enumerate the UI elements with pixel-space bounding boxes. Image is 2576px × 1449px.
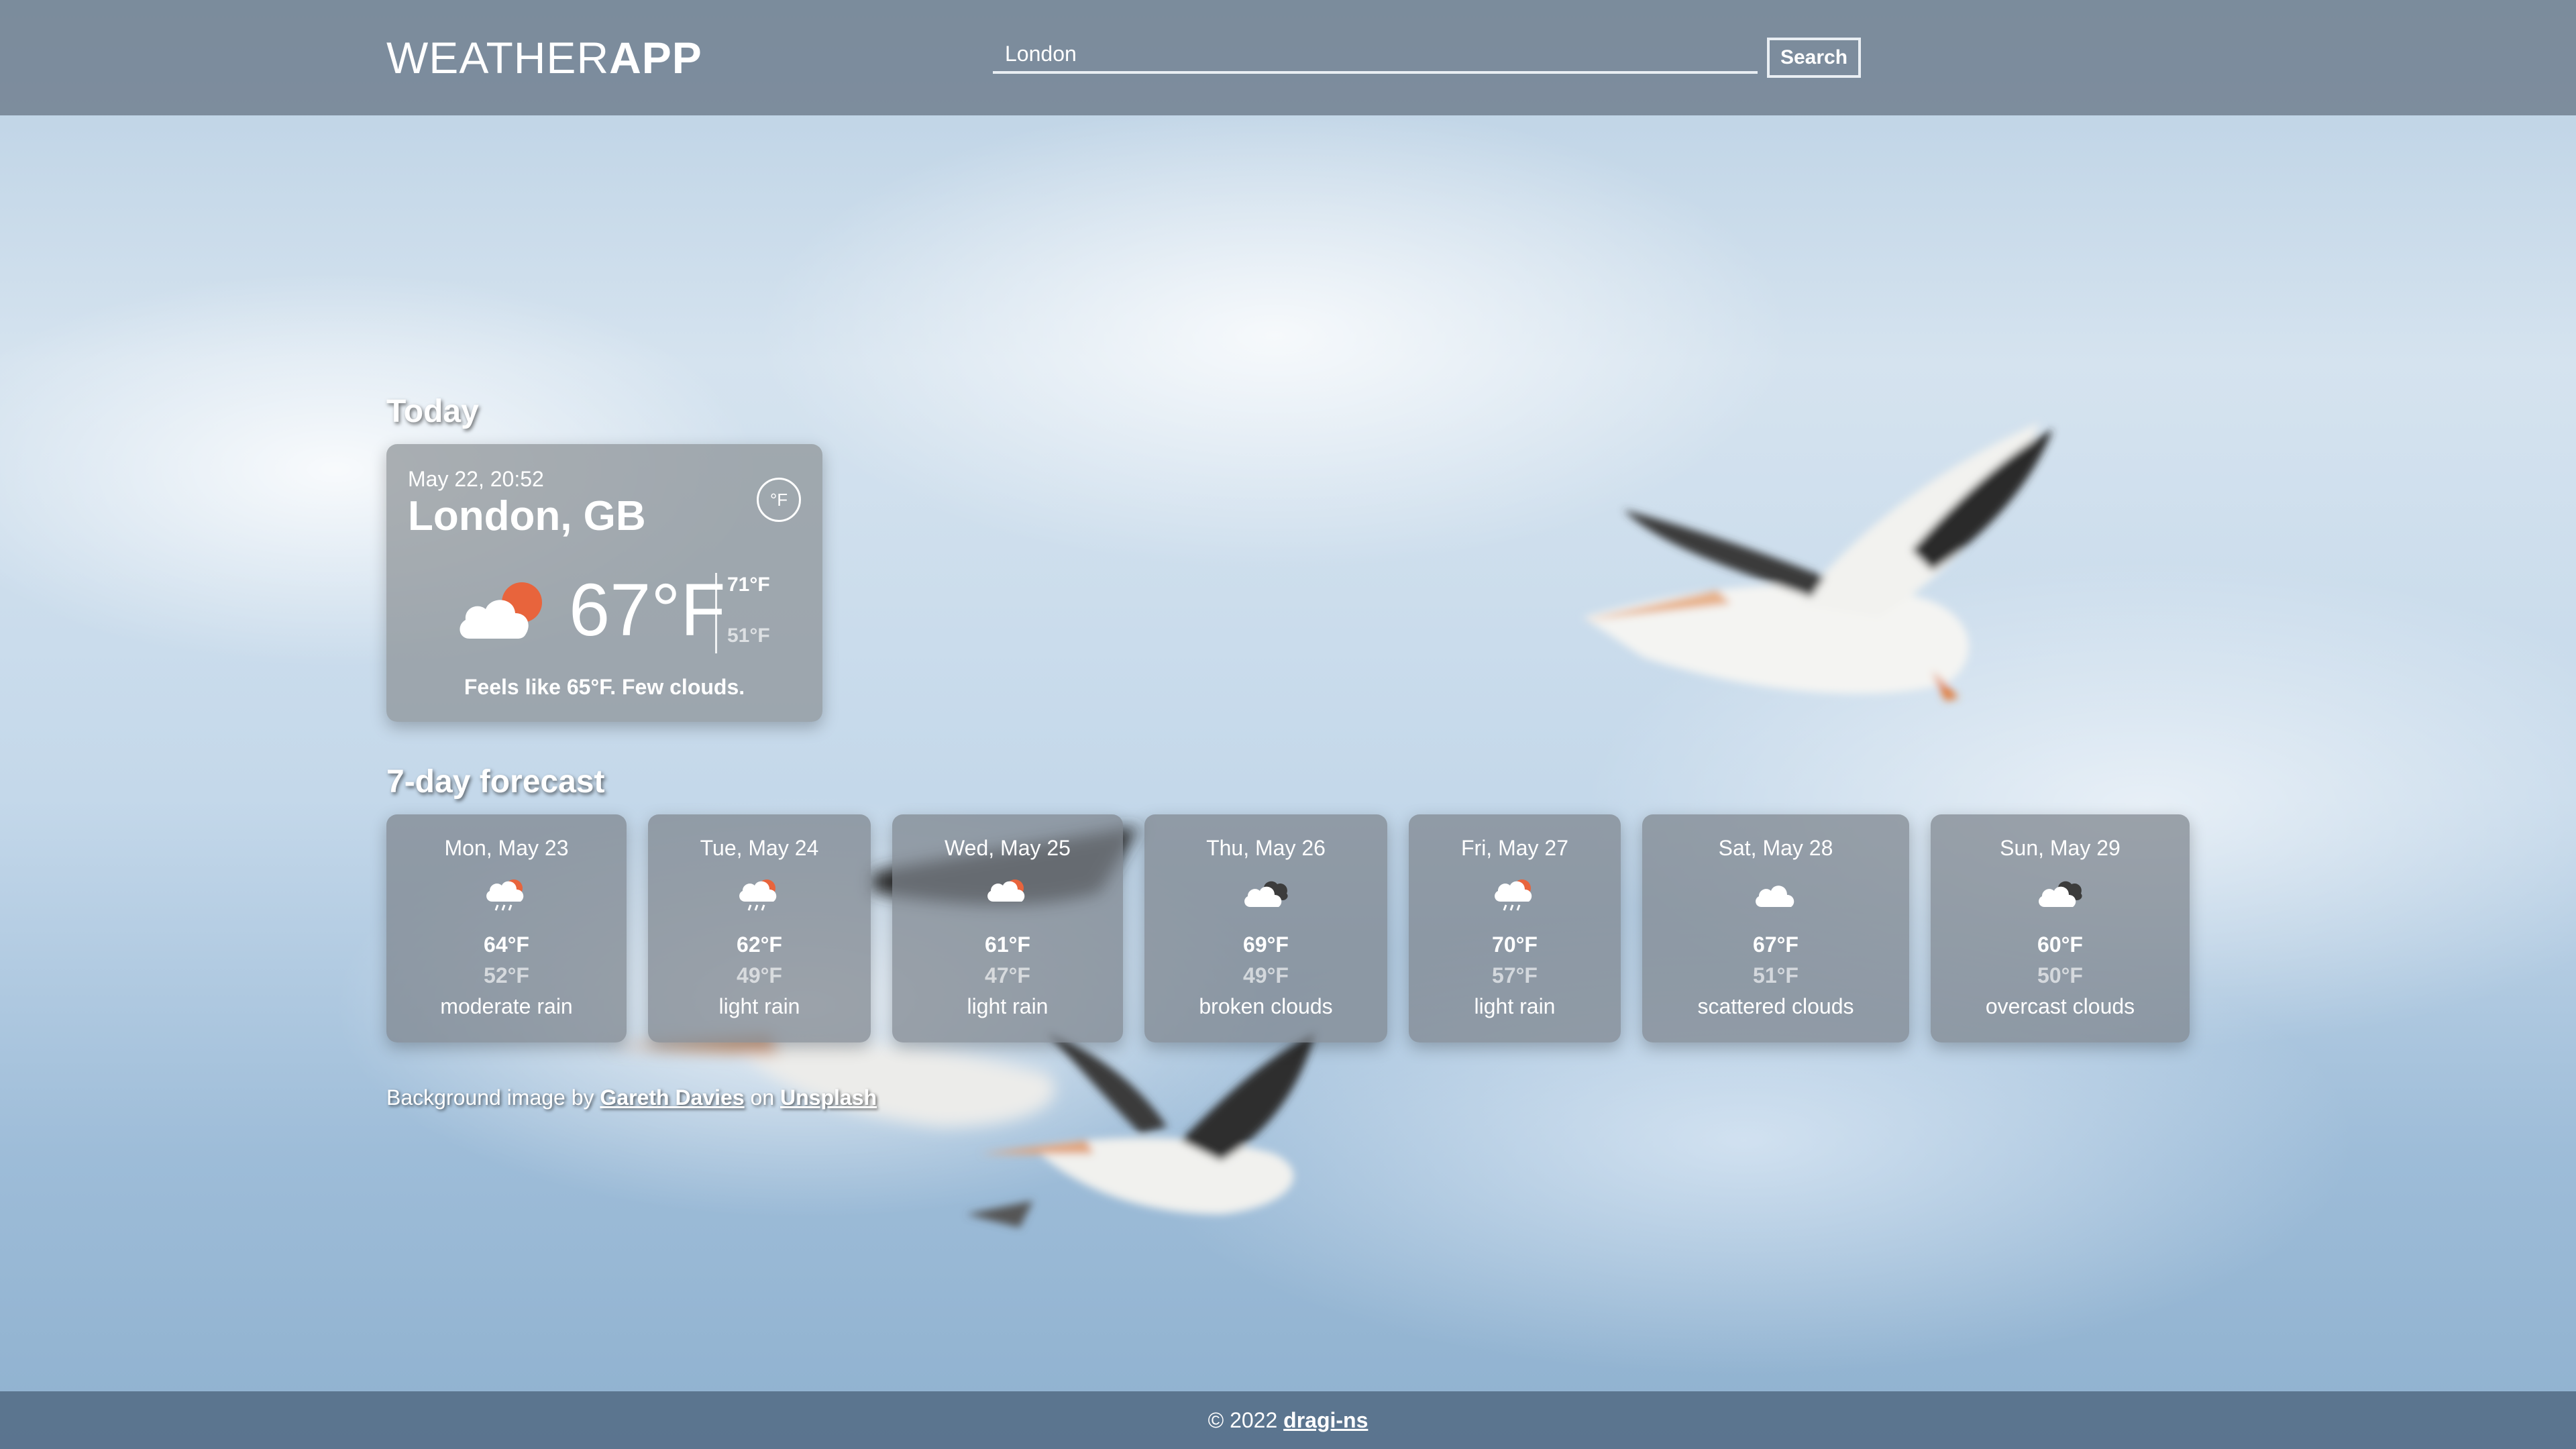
temp-divider [715,573,717,653]
forecast-date: Sun, May 29 [2000,836,2121,860]
today-low-temp: 51°F [727,625,770,647]
footer-copyright: © 2022 [1208,1408,1278,1432]
forecast-date: Wed, May 25 [945,836,1071,860]
forecast-description: broken clouds [1199,994,1333,1018]
rain-icon [486,879,524,911]
broken-clouds-icon [2039,881,2082,907]
forecast-high: 62°F [737,932,782,957]
cloud-icon [1756,885,1794,907]
rain-icon [1495,879,1532,911]
forecast-high: 60°F [2037,932,2083,957]
forecast-date: Sat, May 28 [1718,836,1833,860]
credit-author-link[interactable]: Gareth Davies [600,1085,744,1110]
forecast-description: light rain [967,994,1049,1018]
forecast-high: 70°F [1492,932,1538,957]
few-clouds-night-icon [460,582,542,639]
forecast-description: light rain [718,994,800,1018]
today-description: Feels like 65°F. Few clouds. [464,675,745,699]
forecast-low: 47°F [985,963,1030,987]
photo-credit: Background image by Gareth Davies on Uns… [386,1084,877,1111]
forecast-low: 52°F [484,963,529,987]
logo-bold-text: APP [609,33,702,83]
forecast-date: Fri, May 27 [1460,836,1569,860]
today-datetime: May 22, 20:52 [408,467,544,491]
forecast-card-mon: Mon, May 23 64°F 52°F moderate rain [386,814,627,1042]
today-card: May 22, 20:52 London, GB °F 67°F 71°F 51… [386,444,822,722]
forecast-low: 51°F [1753,963,1799,987]
app-header: WEATHERAPP Search [0,0,2576,115]
credit-site-link[interactable]: Unsplash [780,1085,877,1110]
forecast-card-sun: Sun, May 29 60°F 50°F overcast clouds [1931,814,2190,1042]
forecast-description: overcast clouds [1985,994,2135,1018]
forecast-high: 61°F [985,932,1030,957]
broken-clouds-icon [1244,881,1288,907]
forecast-date: Tue, May 24 [700,836,819,860]
forecast-description: scattered clouds [1697,994,1854,1018]
pelican-bottom [966,1033,1315,1228]
today-temperature: 67°F [569,569,726,651]
forecast-card-fri: Fri, May 27 70°F 57°F light rain [1409,814,1621,1042]
forecast-card-tue: Tue, May 24 62°F 49°F light rain [648,814,871,1042]
app-logo[interactable]: WEATHERAPP [386,32,702,83]
search-button[interactable]: Search [1767,38,1861,78]
logo-light-text: WEATHER [386,33,610,83]
forecast-high: 64°F [484,932,529,957]
forecast-low: 57°F [1492,963,1538,987]
today-high-temp: 71°F [727,574,770,596]
forecast-high: 67°F [1753,932,1799,957]
forecast-low: 49°F [1243,963,1289,987]
forecast-card-sat: Sat, May 28 67°F 51°F scattered clouds [1642,814,1909,1042]
forecast-high: 69°F [1243,932,1289,957]
forecast-date: Mon, May 23 [444,836,569,860]
rain-icon [987,879,1025,902]
forecast-description: light rain [1474,994,1556,1018]
search-input[interactable] [993,36,1758,74]
today-title: Today [386,394,479,429]
rain-icon [739,879,777,911]
forecast-description: moderate rain [440,994,573,1018]
forecast-date: Thu, May 26 [1206,836,1326,860]
forecast-card-thu: Thu, May 26 69°F 49°F broken clouds [1144,814,1387,1042]
today-city: London, GB [408,493,646,539]
forecast-card-wed: Wed, May 25 61°F 47°F light rain [892,814,1123,1042]
background-photo [604,423,2053,1228]
credit-middle: on [750,1085,775,1110]
footer-author-link[interactable]: dragi-ns [1283,1408,1368,1432]
pelican-right [1583,423,2053,701]
credit-prefix: Background image by [386,1085,594,1110]
forecast-low: 49°F [737,963,782,987]
forecast-low: 50°F [2037,963,2083,987]
page-footer: © 2022 dragi-ns [0,1391,2576,1449]
unit-toggle-button[interactable]: °F [757,478,801,522]
forecast-title: 7-day forecast [386,764,605,800]
